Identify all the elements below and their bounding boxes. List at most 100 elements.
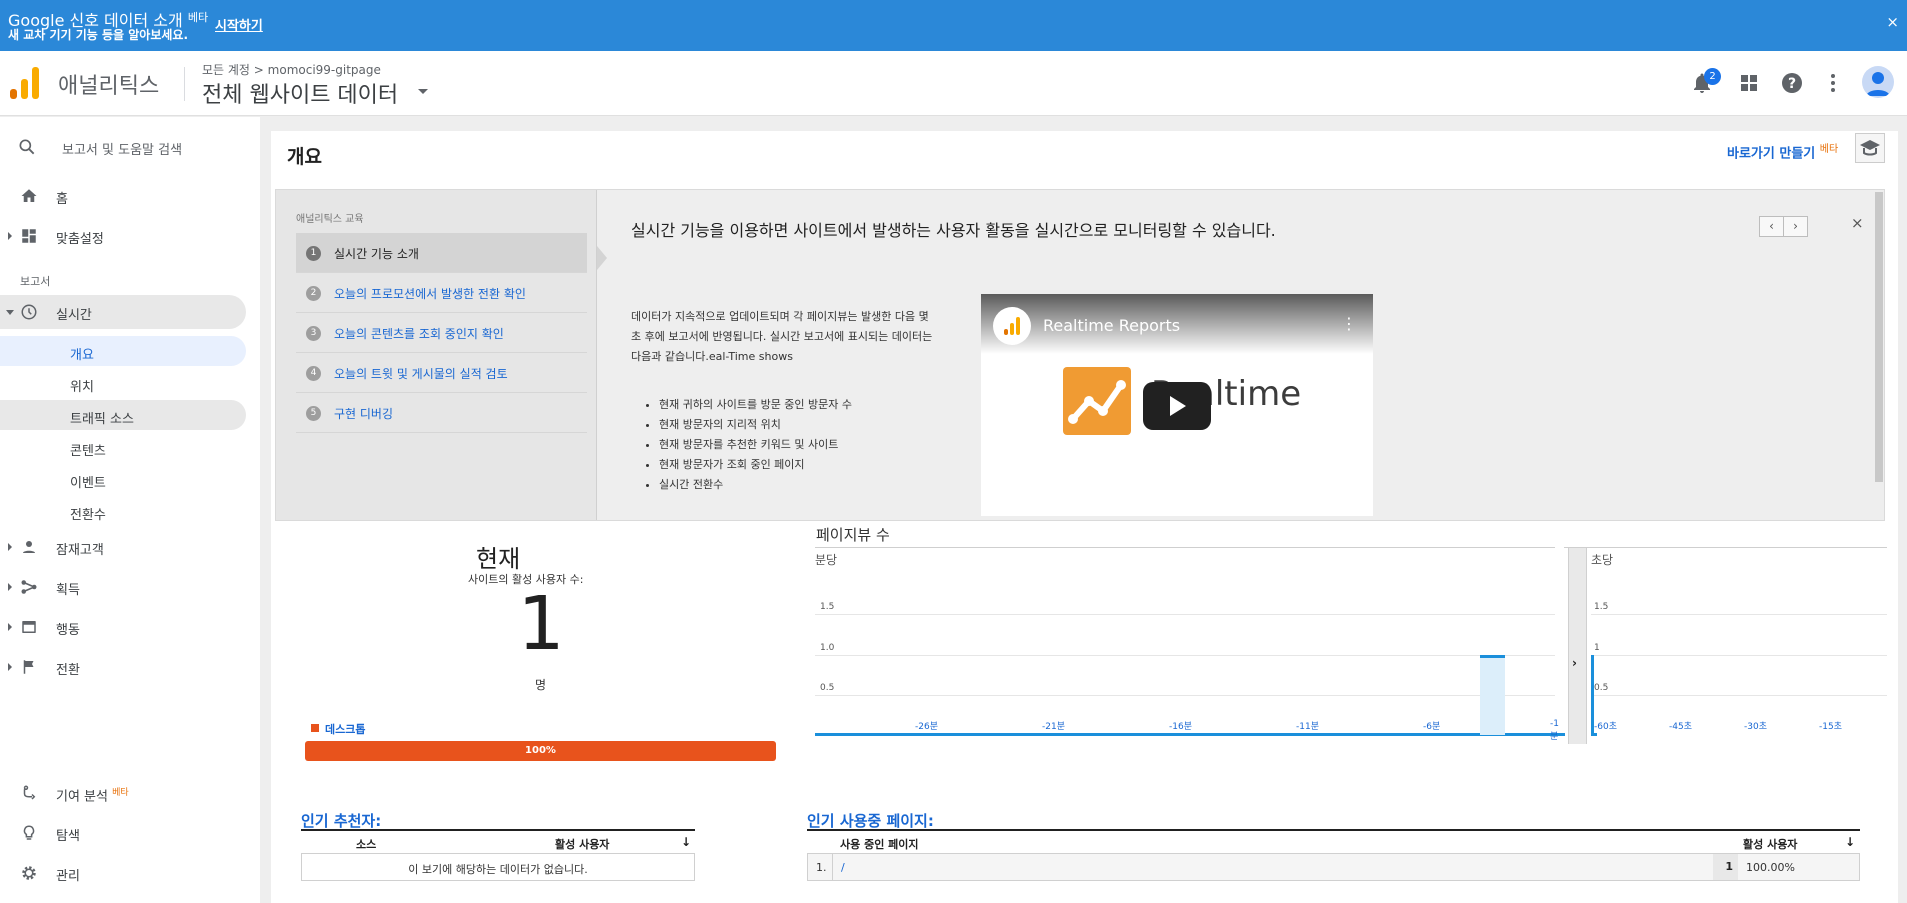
education-headline: 실시간 기능을 이용하면 사이트에서 발생하는 사용자 활동을 실시간으로 모니…	[631, 221, 1276, 240]
play-icon[interactable]	[1143, 382, 1211, 430]
create-shortcut-link[interactable]: 바로가기 만들기 베타	[1727, 140, 1838, 161]
sidebar-item-label: 잠재고객	[56, 543, 104, 558]
sort-arrow-icon[interactable]: ↓	[681, 835, 691, 849]
collapse-arrow-icon	[6, 310, 14, 315]
banner-start-link[interactable]: 시작하기	[215, 15, 263, 34]
sidebar-item-behavior[interactable]: 행동	[0, 610, 246, 644]
expand-arrow-icon	[8, 543, 12, 551]
sidebar-search[interactable]: 보고서 및 도움말 검색	[0, 131, 260, 161]
svg-text:?: ?	[1788, 76, 1796, 92]
sidebar-subitem-label: 전환수	[70, 508, 106, 523]
sidebar-item-realtime[interactable]: 실시간	[0, 295, 246, 329]
education-step[interactable]: 4 오늘의 트윗 및 게시물의 실적 검토	[296, 353, 587, 393]
active-user-unit: 명	[535, 678, 547, 692]
list-item: 현재 방문자의 지리적 위치	[659, 415, 852, 435]
apps-grid-icon[interactable]	[1737, 71, 1761, 95]
sidebar-subitem-traffic-sources[interactable]: 트래픽 소스	[0, 400, 246, 430]
education-step[interactable]: 2 오늘의 프로모션에서 발생한 전환 확인	[296, 273, 587, 313]
prev-button[interactable]: ‹	[1759, 216, 1784, 237]
column-header-page[interactable]: 사용 중인 페이지	[840, 836, 919, 852]
x-tick-label: -16분	[1169, 722, 1192, 732]
search-placeholder: 보고서 및 도움말 검색	[62, 143, 183, 158]
chart-title: 페이지뷰 수	[816, 526, 890, 544]
sidebar-subitem-overview[interactable]: 개요	[0, 336, 246, 366]
gridline	[815, 654, 1555, 656]
sidebar-item-discover[interactable]: 탐색	[0, 816, 246, 850]
sidebar-subitem-conversions[interactable]: 전환수	[0, 496, 246, 526]
education-bullet-list: 현재 귀하의 사이트를 방문 중인 방문자 수 현재 방문자의 지리적 위치 현…	[659, 395, 852, 495]
more-vert-icon[interactable]	[1821, 71, 1845, 95]
desktop-legend-label[interactable]: 데스크톱	[325, 721, 365, 737]
home-icon	[21, 189, 37, 202]
channel-logo-icon[interactable]	[993, 307, 1031, 345]
beta-badge: 베타	[187, 11, 209, 24]
page-link[interactable]: /	[841, 861, 845, 874]
sidebar-item-label: 획득	[56, 583, 80, 598]
sidebar-item-conversions[interactable]: 전환	[0, 650, 246, 684]
cell-divider	[832, 854, 833, 880]
video-player[interactable]: Realtime Realtime Reports ⋮	[981, 294, 1373, 516]
scrollbar-thumb[interactable]	[1875, 192, 1883, 482]
column-header-source[interactable]: 소스	[356, 836, 376, 852]
per-second-chart: 초당 0.5 1 1.5 -60초 -45초 -30초 -15초	[1564, 547, 1887, 744]
per-minute-chart: 분당 0.5 1.0 1.5 -26분 -21분 -16분 -11분 -6분 -1분	[815, 547, 1565, 744]
chart-bar[interactable]	[1591, 654, 1594, 735]
help-icon[interactable]: ?	[1780, 71, 1804, 95]
analytics-logo-icon[interactable]	[10, 67, 40, 99]
sidebar-item-admin[interactable]: 관리	[0, 856, 246, 890]
dashboard-icon	[22, 229, 36, 243]
sidebar-item-customization[interactable]: 맞춤설정	[0, 219, 246, 253]
top-pages-title: 인기 사용중 페이지:	[807, 812, 934, 830]
view-selector[interactable]: 전체 웹사이트 데이터	[202, 77, 398, 109]
video-thumbnail-logo	[1063, 367, 1131, 435]
app-header: 애널리틱스 모든 계정 > momoci99-gitpage 전체 웹사이트 데…	[0, 51, 1907, 116]
video-more-icon[interactable]: ⋮	[1341, 314, 1357, 333]
row-percent: 100.00%	[1746, 861, 1795, 874]
sidebar-subitem-label: 개요	[70, 348, 94, 363]
education-close-icon[interactable]: ×	[1851, 214, 1864, 232]
row-rank: 1.	[816, 861, 827, 874]
sidebar-item-label: 기여 분석 베타	[56, 788, 129, 805]
behavior-icon	[22, 621, 36, 633]
chevron-down-icon[interactable]	[418, 89, 428, 94]
expand-arrow-icon	[8, 583, 12, 591]
sidebar-item-acquisition[interactable]: 획득	[0, 570, 246, 604]
beta-badge: 베타	[112, 788, 129, 798]
reports-section-label: 보고서	[20, 275, 51, 288]
list-item: 현재 방문자가 조회 중인 페이지	[659, 455, 852, 475]
step-label: 실시간 기능 소개	[334, 247, 419, 261]
x-tick-label: -30초	[1744, 722, 1767, 732]
sidebar-subitem-locations[interactable]: 위치	[0, 368, 246, 398]
app-name[interactable]: 애널리틱스	[58, 68, 159, 100]
top-banner: Google 신호 데이터 소개 베타 새 교차 기기 기능 등을 알아보세요.…	[0, 0, 1907, 51]
education-toggle-button[interactable]	[1855, 133, 1885, 163]
education-step[interactable]: 3 오늘의 콘텐츠를 조회 중인지 확인	[296, 313, 587, 353]
sidebar-subitem-events[interactable]: 이벤트	[0, 464, 246, 494]
chart-subtitle: 초당	[1591, 553, 1614, 567]
account-avatar[interactable]	[1862, 66, 1894, 98]
lightbulb-icon	[23, 825, 35, 840]
sidebar-item-attribution[interactable]: 기여 분석 베타	[0, 776, 246, 810]
column-header-active-users[interactable]: 활성 사용자	[1743, 836, 1797, 852]
chart-subtitle: 분당	[815, 553, 838, 567]
education-step[interactable]: 5 구현 디버깅	[296, 393, 587, 433]
sidebar-item-label: 탐색	[56, 829, 80, 844]
sidebar-item-label: 실시간	[56, 308, 92, 323]
column-header-active-users[interactable]: 활성 사용자	[555, 836, 609, 852]
chart-bar[interactable]	[1479, 654, 1505, 735]
person-icon	[23, 541, 35, 553]
video-title[interactable]: Realtime Reports	[1043, 316, 1180, 335]
sort-arrow-icon[interactable]: ↓	[1845, 835, 1855, 849]
banner-close-icon[interactable]: ×	[1886, 13, 1899, 31]
active-step-pointer	[597, 246, 607, 270]
sidebar-item-audience[interactable]: 잠재고객	[0, 530, 246, 564]
account-breadcrumb[interactable]: 모든 계정 > momoci99-gitpage	[202, 61, 381, 78]
table-row: 1. / 1 100.00%	[807, 853, 1860, 881]
education-step[interactable]: 1 실시간 기능 소개	[296, 233, 587, 273]
sidebar-item-home[interactable]: 홈	[0, 179, 246, 213]
sidebar-item-label: 전환	[56, 663, 80, 678]
sidebar-subitem-content[interactable]: 콘텐츠	[0, 432, 246, 462]
main-content: 개요 바로가기 만들기 베타 애널리틱스 교육 1 실시간 기능 소개 2 오늘의 …	[271, 131, 1898, 903]
search-icon	[19, 139, 35, 155]
next-button[interactable]: ›	[1783, 216, 1808, 237]
